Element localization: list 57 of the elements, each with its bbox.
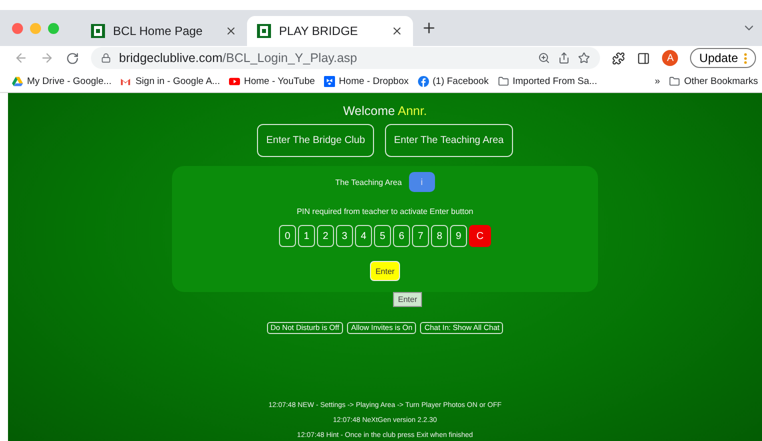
bookmark-label: My Drive - Google... xyxy=(27,76,112,86)
pin-key[interactable]: 9 xyxy=(450,225,467,247)
more-bookmarks[interactable]: » xyxy=(654,76,660,86)
update-button[interactable]: Update xyxy=(690,48,756,68)
pin-key[interactable]: 4 xyxy=(355,225,372,247)
pin-key[interactable]: 5 xyxy=(374,225,391,247)
pin-key[interactable]: 1 xyxy=(298,225,315,247)
f-logo-icon xyxy=(418,76,429,86)
lock-icon xyxy=(101,53,111,63)
tab-title: BCL Home Page xyxy=(113,24,204,38)
card-logo-icon xyxy=(257,24,271,38)
main-button[interactable]: Enter The Bridge Club xyxy=(257,124,374,157)
reload-icon[interactable] xyxy=(66,52,79,64)
section-label: The Teaching Area xyxy=(335,178,402,186)
tooltip: Enter xyxy=(393,292,422,307)
url-text: bridgeclublive.com/BCL_Login_Y_Play.asp xyxy=(119,51,358,65)
main-button[interactable]: Enter The Teaching Area xyxy=(385,124,513,157)
share-icon[interactable] xyxy=(558,52,570,64)
folder-icon xyxy=(498,76,509,86)
play-logo-icon xyxy=(228,76,240,86)
browser-tab[interactable]: PLAY BRIDGE xyxy=(247,16,413,46)
bookmark[interactable]: (1) Facebook xyxy=(418,76,489,86)
card-logo-icon xyxy=(91,24,105,38)
bookmark[interactable]: Home - YouTube xyxy=(228,76,315,86)
box-logo-icon xyxy=(324,76,335,86)
bookmark[interactable]: My Drive - Google... xyxy=(12,76,112,86)
close-icon[interactable] xyxy=(225,25,237,37)
clear-key[interactable]: C xyxy=(469,225,491,247)
bookmark-label: Home - Dropbox xyxy=(338,76,409,86)
pin-key[interactable]: 8 xyxy=(431,225,448,247)
address-bar[interactable]: bridgeclublive.com/BCL_Login_Y_Play.asp xyxy=(91,47,600,69)
browser-tab[interactable]: BCL Home Page xyxy=(81,16,247,46)
info-button[interactable]: i xyxy=(408,172,435,192)
bookmark[interactable]: Home - Dropbox xyxy=(324,76,409,86)
tab-title: PLAY BRIDGE xyxy=(279,24,359,38)
pin-key[interactable]: 0 xyxy=(279,225,296,247)
zoom-icon[interactable] xyxy=(538,52,550,64)
pin-hint: PIN required from teacher to activate Enter button xyxy=(296,207,474,216)
star-icon[interactable] xyxy=(578,52,590,64)
pin-key[interactable]: 6 xyxy=(393,225,410,247)
bookmark-label: (1) Facebook xyxy=(432,76,489,86)
new-tab-icon[interactable] xyxy=(421,20,437,36)
bookmark-label: Home - YouTube xyxy=(244,76,315,86)
enter-button[interactable]: Enter xyxy=(370,261,400,281)
puzzle-icon[interactable] xyxy=(612,52,626,64)
bookmark-folder[interactable]: Other Bookmarks xyxy=(669,76,758,86)
bookmark-label: Other Bookmarks xyxy=(684,76,758,86)
welcome-text: Welcome Annr. xyxy=(343,104,427,118)
pin-key[interactable]: 2 xyxy=(317,225,334,247)
side-panel-icon[interactable] xyxy=(637,52,650,64)
profile-avatar[interactable]: A xyxy=(662,50,678,66)
pin-key[interactable]: 3 xyxy=(336,225,353,247)
pin-key[interactable]: 7 xyxy=(412,225,429,247)
triangle-logo-icon xyxy=(12,76,23,86)
close-icon[interactable] xyxy=(391,25,403,37)
folder-icon xyxy=(669,76,680,86)
more-icon xyxy=(744,52,747,64)
